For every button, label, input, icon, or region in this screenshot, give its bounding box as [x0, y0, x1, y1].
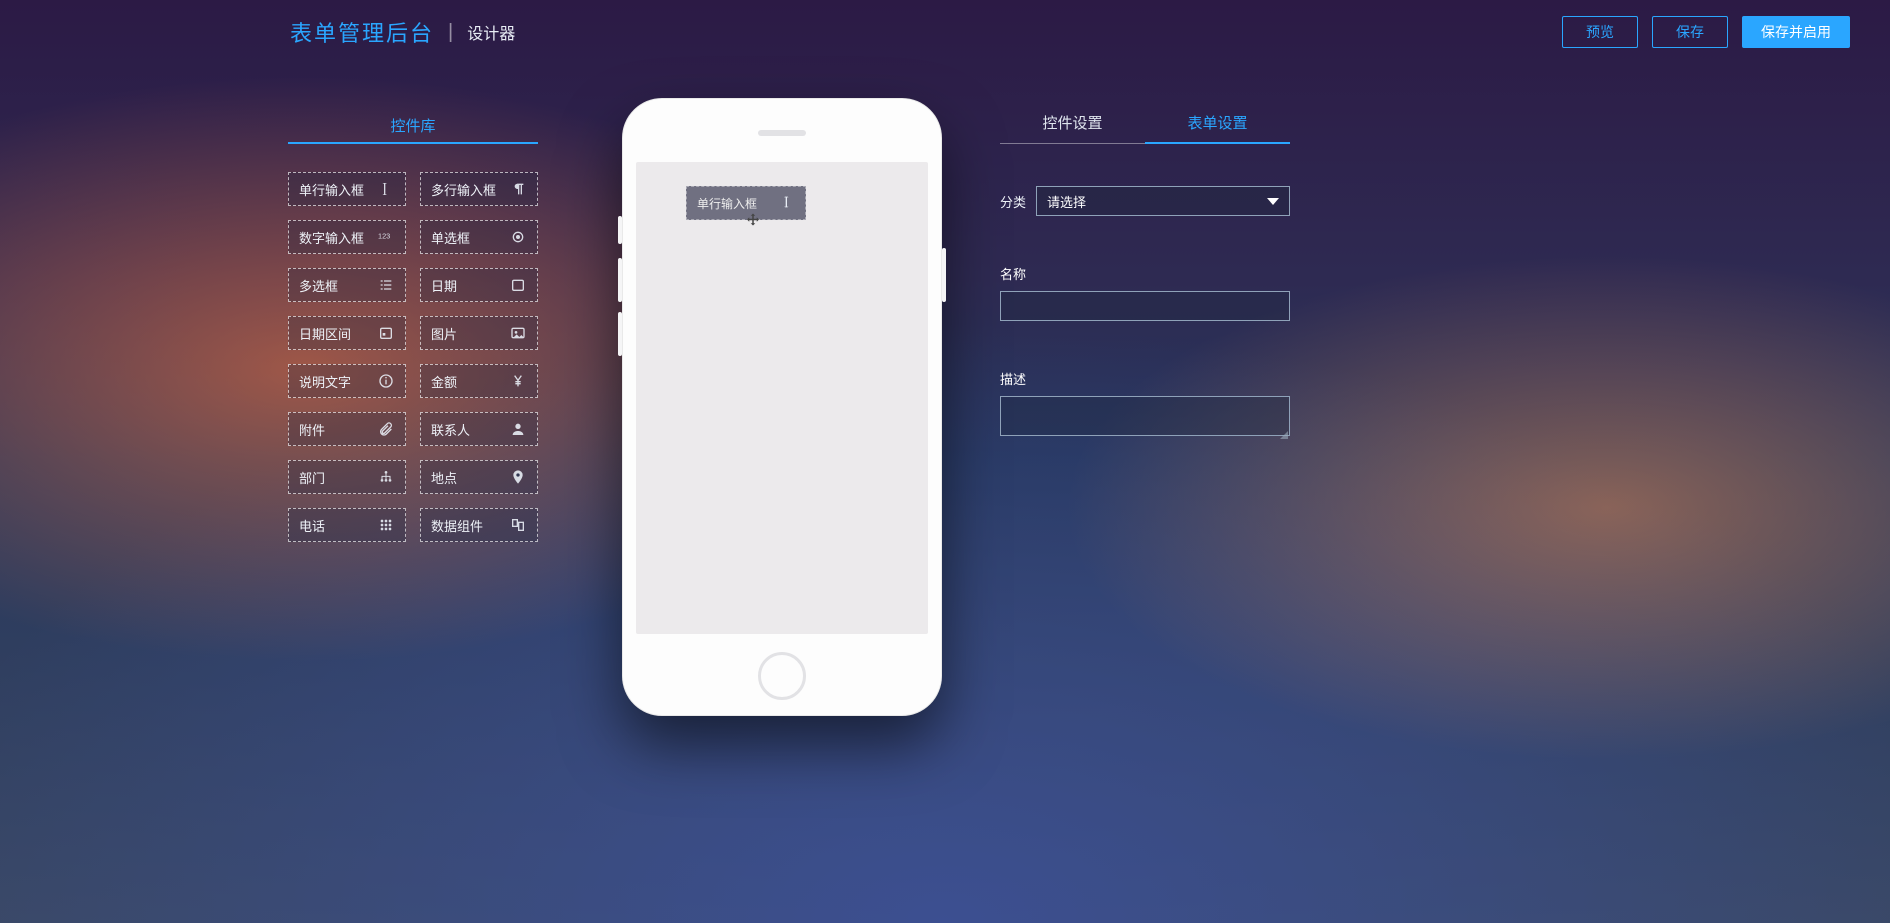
category-label: 分类	[1000, 192, 1036, 211]
palette-item-12[interactable]: 部门	[288, 460, 406, 494]
top-actions: 预览 保存 保存并启用	[1562, 16, 1850, 48]
tab-widget-settings[interactable]: 控件设置	[1000, 112, 1145, 144]
palette-item-label: 单选框	[431, 228, 470, 247]
category-field: 分类 请选择	[1000, 186, 1290, 216]
category-value: 请选择	[1047, 192, 1086, 211]
text-cursor-icon	[377, 181, 395, 197]
save-enable-button[interactable]: 保存并启用	[1742, 16, 1850, 48]
preview-button[interactable]: 预览	[1562, 16, 1638, 48]
dataset-icon	[509, 517, 527, 533]
palette-title: 控件库	[288, 110, 538, 144]
tab-form-settings[interactable]: 表单设置	[1145, 112, 1290, 144]
checklist-icon	[377, 277, 395, 293]
dialpad-icon	[377, 517, 395, 533]
palette-item-label: 日期区间	[299, 324, 351, 343]
phone-volume-down	[618, 312, 622, 356]
palette-item-label: 地点	[431, 468, 457, 487]
radio-icon	[509, 229, 527, 245]
phone-mute-switch	[618, 216, 622, 244]
canvas-drop-area[interactable]: 单行输入框	[636, 162, 928, 634]
palette-item-label: 多选框	[299, 276, 338, 295]
palette-item-label: 金额	[431, 372, 457, 391]
palette-item-15[interactable]: 数据组件	[420, 508, 538, 542]
palette-item-11[interactable]: 联系人	[420, 412, 538, 446]
name-input[interactable]	[1000, 291, 1290, 321]
chevron-down-icon	[1267, 198, 1279, 205]
phone-home-button	[758, 652, 806, 700]
palette-item-3[interactable]: 单选框	[420, 220, 538, 254]
palette-item-label: 数据组件	[431, 516, 483, 535]
palette-item-label: 电话	[299, 516, 325, 535]
phone-power	[942, 248, 946, 302]
palette-item-7[interactable]: 图片	[420, 316, 538, 350]
text-cursor-icon	[779, 194, 795, 213]
top-bar: 表单管理后台 | 设计器 预览 保存 保存并启用	[0, 4, 1890, 60]
pin-icon	[509, 469, 527, 485]
palette-item-label: 部门	[299, 468, 325, 487]
paragraph-icon	[509, 181, 527, 197]
palette-item-label: 单行输入框	[299, 180, 364, 199]
calendar-range-icon	[377, 325, 395, 341]
yen-icon	[509, 373, 527, 389]
palette-item-label: 说明文字	[299, 372, 351, 391]
name-label: 名称	[1000, 264, 1290, 283]
page-subtitle: 设计器	[467, 20, 515, 44]
org-icon	[377, 469, 395, 485]
calendar-icon	[509, 277, 527, 293]
palette-item-label: 多行输入框	[431, 180, 496, 199]
palette-item-1[interactable]: 多行输入框	[420, 172, 538, 206]
palette-item-4[interactable]: 多选框	[288, 268, 406, 302]
palette-item-label: 图片	[431, 324, 457, 343]
palette-item-label: 数字输入框	[299, 228, 364, 247]
person-icon	[509, 421, 527, 437]
description-input[interactable]	[1000, 396, 1290, 436]
palette-item-5[interactable]: 日期	[420, 268, 538, 302]
phone-frame: 单行输入框	[622, 98, 942, 716]
palette-item-8[interactable]: 说明文字	[288, 364, 406, 398]
palette-item-0[interactable]: 单行输入框	[288, 172, 406, 206]
digits-icon	[377, 229, 395, 245]
paperclip-icon	[377, 421, 395, 437]
title-separator: |	[448, 21, 453, 44]
description-label: 描述	[1000, 369, 1290, 388]
palette-item-14[interactable]: 电话	[288, 508, 406, 542]
palette-item-13[interactable]: 地点	[420, 460, 538, 494]
app-title: 表单管理后台	[290, 16, 434, 48]
palette-item-label: 附件	[299, 420, 325, 439]
palette-item-2[interactable]: 数字输入框	[288, 220, 406, 254]
save-button[interactable]: 保存	[1652, 16, 1728, 48]
image-icon	[509, 325, 527, 341]
palette-item-9[interactable]: 金额	[420, 364, 538, 398]
palette-item-label: 日期	[431, 276, 457, 295]
properties-panel: 控件设置 表单设置 分类 请选择 名称 描述	[1000, 112, 1290, 441]
category-select[interactable]: 请选择	[1036, 186, 1290, 216]
palette-item-label: 联系人	[431, 420, 470, 439]
palette-item-10[interactable]: 附件	[288, 412, 406, 446]
info-icon	[377, 373, 395, 389]
dragging-widget-label: 单行输入框	[697, 195, 757, 212]
palette-item-6[interactable]: 日期区间	[288, 316, 406, 350]
phone-volume-up	[618, 258, 622, 302]
widget-palette: 控件库 单行输入框 多行输入框数字输入框 单选框多选框 日期日期区间 图片说明文字 金额附…	[288, 110, 538, 542]
phone-speaker	[758, 130, 806, 136]
properties-tabs: 控件设置 表单设置	[1000, 112, 1290, 144]
move-cursor-icon	[744, 212, 762, 235]
